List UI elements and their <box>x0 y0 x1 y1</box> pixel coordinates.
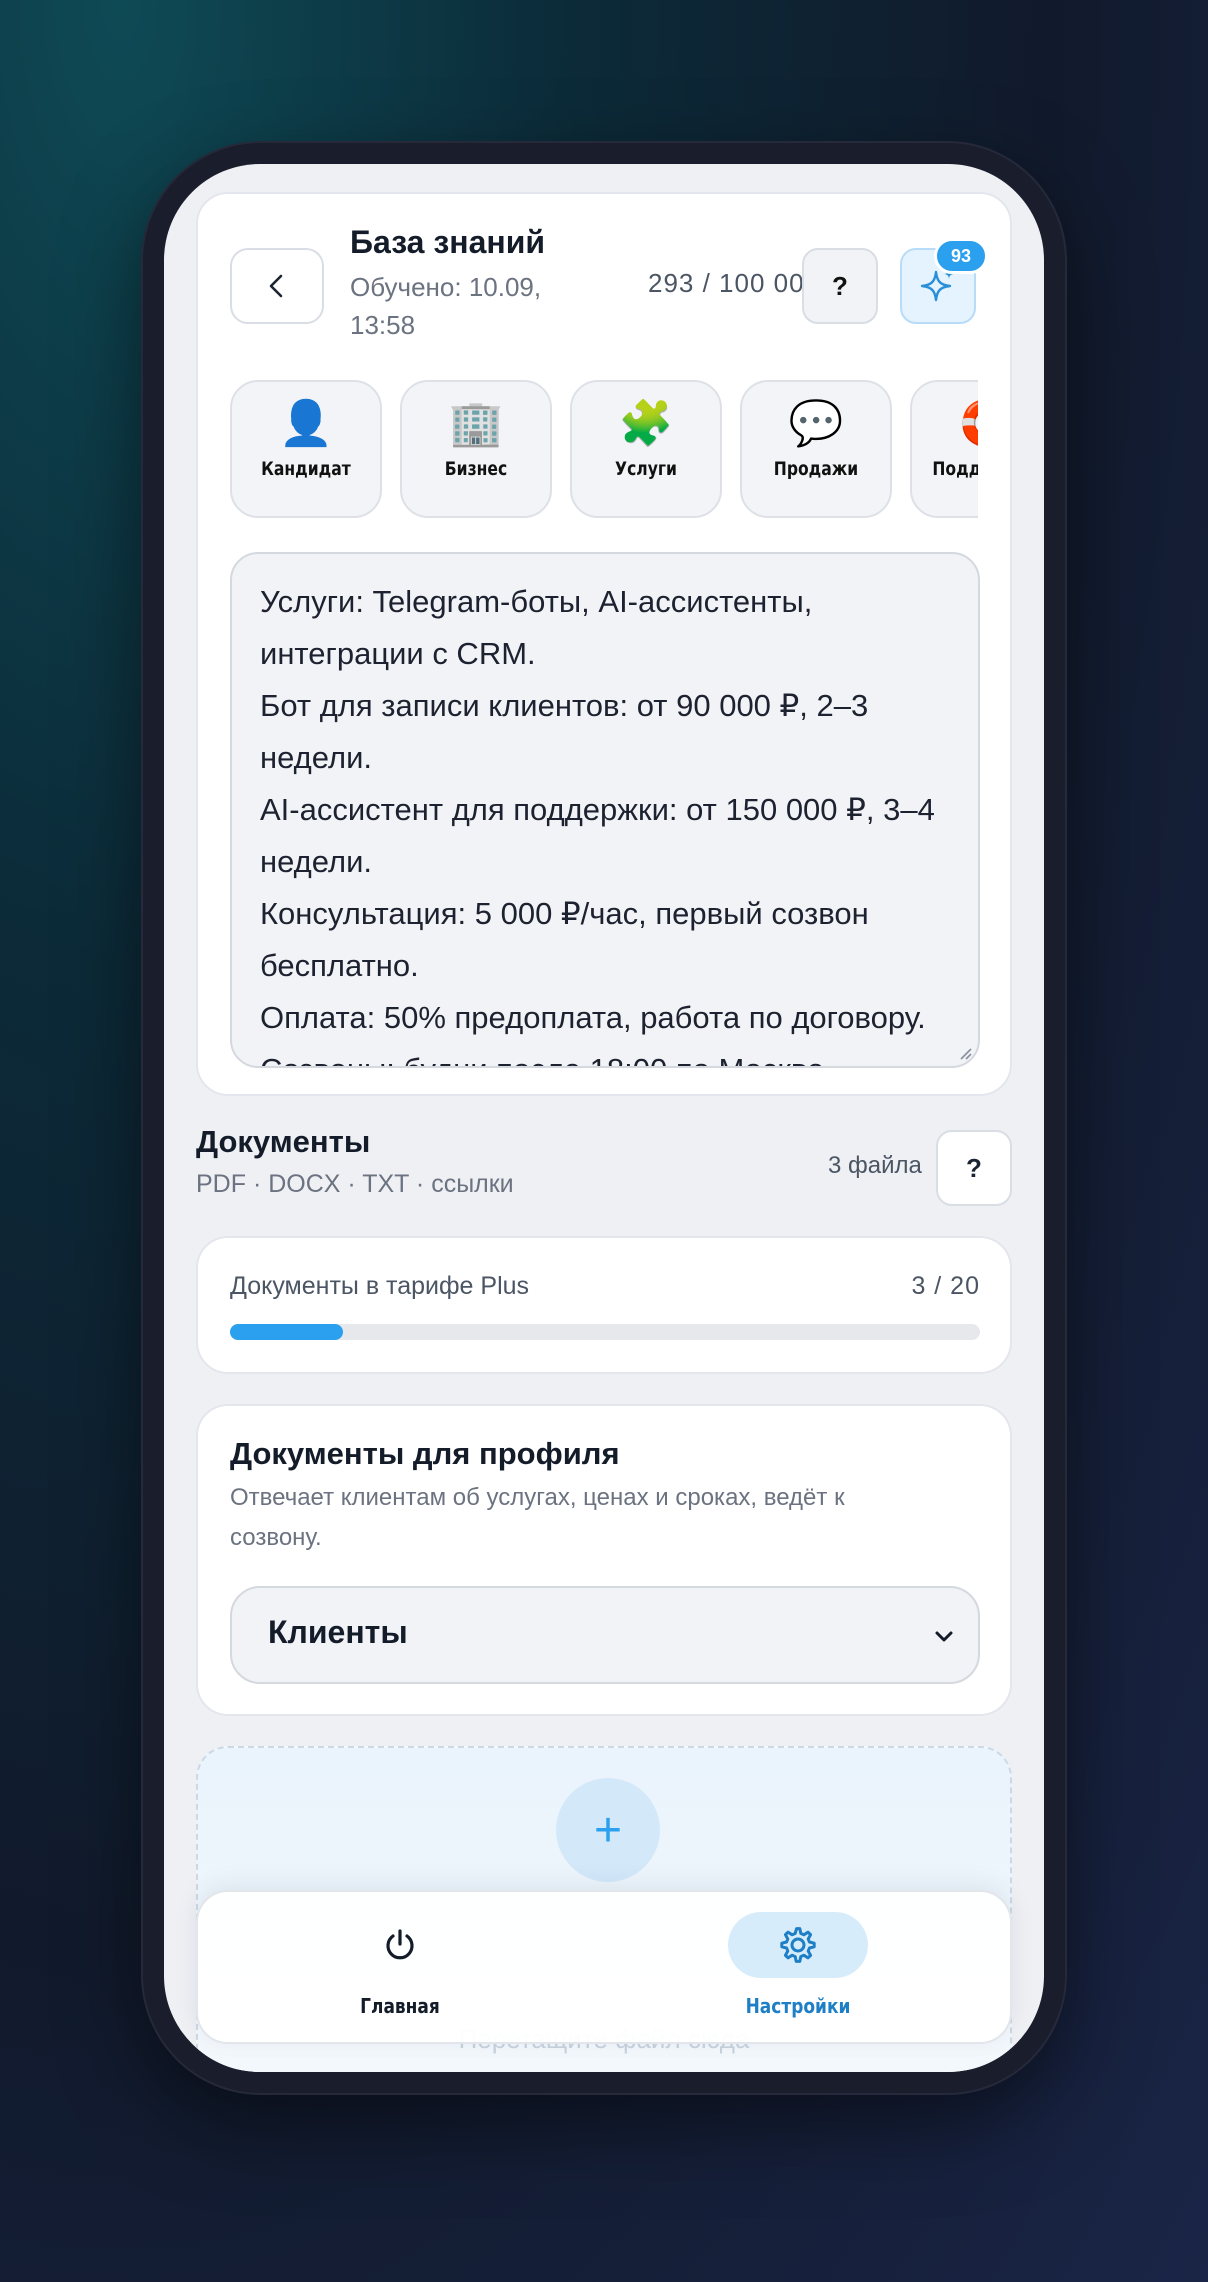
ai-credits-badge: 93 <box>934 238 988 274</box>
nav-home-pill <box>330 1912 470 1978</box>
bottom-navigation: Главная Настройки <box>196 1890 1012 2044</box>
knowledge-line: AI-ассистент для поддержки: от 150 000 ₽… <box>260 792 935 879</box>
back-button[interactable] <box>230 248 324 324</box>
profile-select-value: Клиенты <box>268 1614 408 1650</box>
category-label: Поддержка <box>932 458 978 480</box>
char-counter: 293 / 100 000 <box>648 268 821 298</box>
documents-count: 3 файла <box>828 1152 922 1179</box>
question-icon: ? <box>966 1152 982 1183</box>
knowledge-base-card: База знаний Обучено: 10.09, 13:58 293 / … <box>196 192 1012 1096</box>
resize-handle-icon[interactable] <box>956 1044 972 1060</box>
plus-icon: + <box>593 1803 623 1857</box>
documents-title: Документы <box>196 1124 371 1159</box>
person-icon: 👤 <box>278 399 334 448</box>
page-title: База знаний <box>350 224 546 260</box>
profile-docs-description: Отвечает клиентам об услугах, ценах и ср… <box>230 1484 845 1551</box>
lifebuoy-icon: 🛟 <box>912 398 978 450</box>
profile-docs-card: Документы для профиля Отвечает клиентам … <box>196 1404 1012 1716</box>
profile-docs-title: Документы для профиля <box>230 1436 620 1471</box>
category-business[interactable]: 🏢 Бизнес <box>400 380 552 518</box>
app-screen: База знаний Обучено: 10.09, 13:58 293 / … <box>164 164 1044 2072</box>
category-scroller[interactable]: 👤 Кандидат 🏢 Бизнес 🧩 Услуги 💬 Продажи 🛟… <box>230 380 978 522</box>
usage-progress-bar <box>230 1324 980 1340</box>
question-icon: ? <box>832 270 848 301</box>
category-support[interactable]: 🛟 Поддержка <box>910 380 978 518</box>
documents-help-button[interactable]: ? <box>936 1130 1012 1206</box>
category-label: Продажи <box>773 458 859 480</box>
plan-usage-card: Документы в тарифе Plus 3 / 20 <box>196 1236 1012 1374</box>
category-candidate[interactable]: 👤 Кандидат <box>230 380 382 518</box>
knowledge-line: Созвоны: будни после 18:00 по Москве. <box>260 1044 950 1066</box>
help-button[interactable]: ? <box>802 248 878 324</box>
category-label: Услуги <box>615 458 677 480</box>
nav-settings-pill <box>728 1912 868 1978</box>
knowledge-line: Оплата: 50% предоплата, работа по догово… <box>260 1000 926 1035</box>
knowledge-textarea[interactable]: Услуги: Telegram-боты, AI-ассистенты, ин… <box>230 552 980 1068</box>
category-sales[interactable]: 💬 Продажи <box>740 380 892 518</box>
power-icon <box>386 1929 414 1960</box>
nav-home[interactable]: Главная <box>320 1912 480 2018</box>
plan-label: Документы в тарифе Plus <box>230 1272 530 1300</box>
nav-settings[interactable]: Настройки <box>718 1912 878 2018</box>
category-label: Кандидат <box>261 458 351 480</box>
nav-settings-label: Настройки <box>745 1994 851 2018</box>
knowledge-line: Бот для записи клиентов: от 90 000 ₽, 2–… <box>260 688 869 775</box>
trained-timestamp: Обучено: 10.09, 13:58 <box>350 272 542 340</box>
nav-home-label: Главная <box>360 1994 440 2018</box>
category-label: Бизнес <box>444 458 508 480</box>
category-services[interactable]: 🧩 Услуги <box>570 380 722 518</box>
building-icon: 🏢 <box>448 399 504 448</box>
speech-bubble-icon: 💬 <box>788 399 844 448</box>
knowledge-line: Услуги: Telegram-боты, AI-ассистенты, ин… <box>260 584 813 671</box>
documents-formats: PDF · DOCX · TXT · ссылки <box>196 1170 514 1198</box>
gear-icon <box>780 1927 816 1963</box>
profile-select[interactable]: Клиенты <box>230 1586 980 1684</box>
plan-usage-count: 3 / 20 <box>911 1272 980 1300</box>
chevron-down-icon <box>935 1631 953 1642</box>
usage-progress-fill <box>230 1324 343 1340</box>
puzzle-icon: 🧩 <box>618 399 674 448</box>
chevron-left-icon <box>269 274 283 298</box>
add-file-button[interactable]: + <box>556 1778 660 1882</box>
knowledge-line: Консультация: 5 000 ₽/час, первый созвон… <box>260 896 869 983</box>
